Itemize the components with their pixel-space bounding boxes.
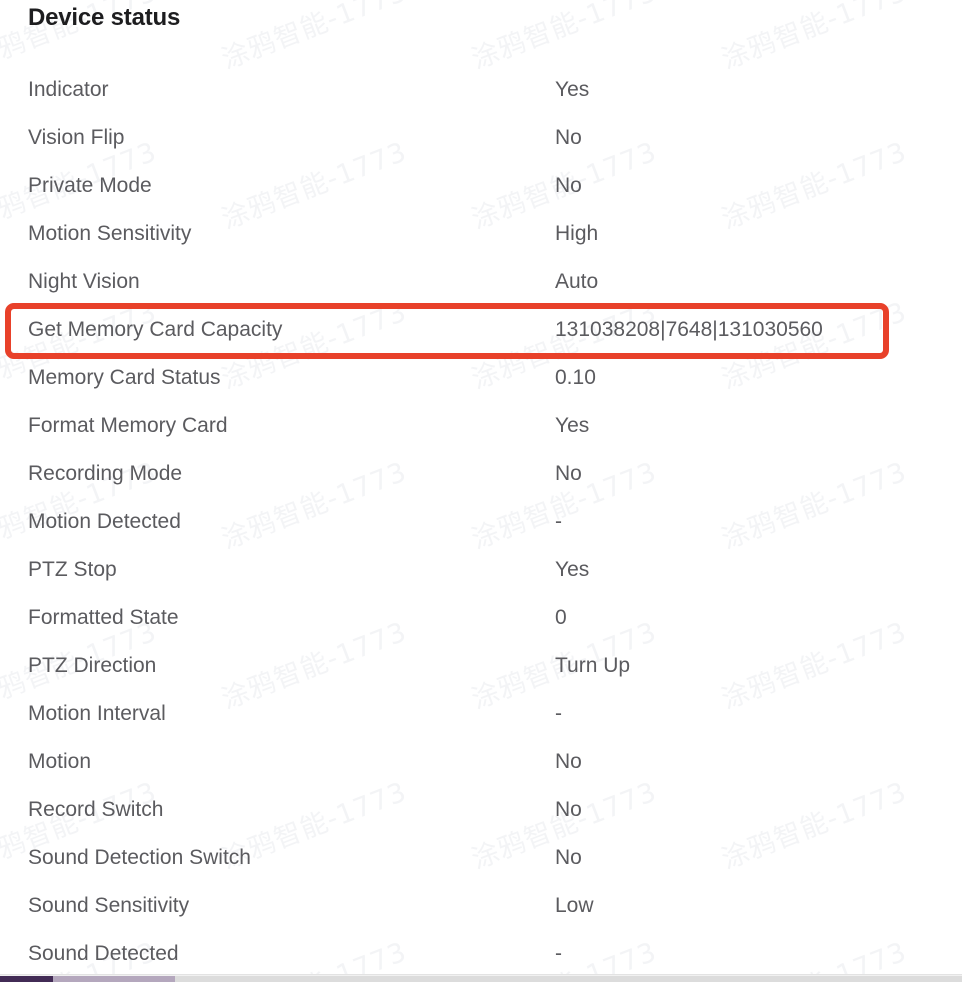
device-status-list: Indicator Yes Vision Flip No Private Mode No M…	[0, 66, 962, 978]
horizontal-scrollbar[interactable]	[0, 974, 962, 982]
status-row-value: Yes	[555, 78, 590, 101]
status-row: Vision Flip No	[0, 114, 962, 162]
status-row-label: Private Mode	[28, 174, 152, 197]
status-row-label: Formatted State	[28, 606, 179, 629]
status-row-value: No	[555, 126, 582, 149]
status-row-label: Sound Detection Switch	[28, 846, 251, 869]
status-row-label: Motion Sensitivity	[28, 222, 192, 245]
status-row-label: PTZ Direction	[28, 654, 157, 677]
watermark-text: 涂鸦智能-1773	[217, 0, 412, 76]
status-row-value: No	[555, 846, 582, 869]
status-row: Sound Detected -	[0, 930, 962, 978]
status-row-value: 0.10	[555, 366, 596, 389]
status-row-value: -	[555, 510, 562, 533]
status-row: Sound Sensitivity Low	[0, 882, 962, 930]
watermark-text: 涂鸦智能-1773	[467, 0, 662, 76]
page-title: Device status	[28, 4, 181, 31]
status-row: Motion Interval -	[0, 690, 962, 738]
status-row-value: -	[555, 702, 562, 725]
scrollbar-thumb[interactable]	[0, 976, 53, 982]
status-row-value: Turn Up	[555, 654, 631, 677]
status-row-value: No	[555, 462, 582, 485]
status-row-label: Memory Card Status	[28, 366, 221, 389]
status-row-value: Yes	[555, 558, 590, 581]
status-row-label: Format Memory Card	[28, 414, 228, 437]
status-row-label: Vision Flip	[28, 126, 125, 149]
status-row: Memory Card Status 0.10	[0, 354, 962, 402]
status-row-label: Motion	[28, 750, 92, 773]
status-row-value: 0	[555, 606, 567, 629]
status-row: Sound Detection Switch No	[0, 834, 962, 882]
status-row-value: No	[555, 174, 582, 197]
status-row: Motion Sensitivity High	[0, 210, 962, 258]
status-row: Get Memory Card Capacity 131038208|7648|1…	[0, 306, 962, 354]
status-row: Motion Detected -	[0, 498, 962, 546]
status-row-label: Sound Detected	[28, 942, 179, 965]
status-row-value: Low	[555, 894, 594, 917]
status-row-label: Motion Interval	[28, 702, 166, 725]
status-row: Record Switch No	[0, 786, 962, 834]
watermark-text: 涂鸦智能-1773	[717, 0, 912, 76]
status-row-value: -	[555, 942, 562, 965]
status-row-value: No	[555, 750, 582, 773]
status-row: PTZ Stop Yes	[0, 546, 962, 594]
status-row-value: No	[555, 798, 582, 821]
status-row: Private Mode No	[0, 162, 962, 210]
status-row-label: Indicator	[28, 78, 109, 101]
status-row-label: Get Memory Card Capacity	[28, 318, 283, 341]
status-row: Recording Mode No	[0, 450, 962, 498]
status-row-label: Motion Detected	[28, 510, 181, 533]
status-row-label: Night Vision	[28, 270, 140, 293]
status-row: Format Memory Card Yes	[0, 402, 962, 450]
status-row: PTZ Direction Turn Up	[0, 642, 962, 690]
status-row: Indicator Yes	[0, 66, 962, 114]
status-row-label: Recording Mode	[28, 462, 183, 485]
status-row-value: Yes	[555, 414, 590, 437]
status-row-label: Record Switch	[28, 798, 164, 821]
status-row: Motion No	[0, 738, 962, 786]
status-row: Night Vision Auto	[0, 258, 962, 306]
status-row: Formatted State 0	[0, 594, 962, 642]
status-row-label: Sound Sensitivity	[28, 894, 190, 917]
status-row-label: PTZ Stop	[28, 558, 117, 581]
status-row-value: 131038208|7648|131030560	[555, 318, 823, 341]
status-row-value: High	[555, 222, 599, 245]
status-row-value: Auto	[555, 270, 599, 293]
